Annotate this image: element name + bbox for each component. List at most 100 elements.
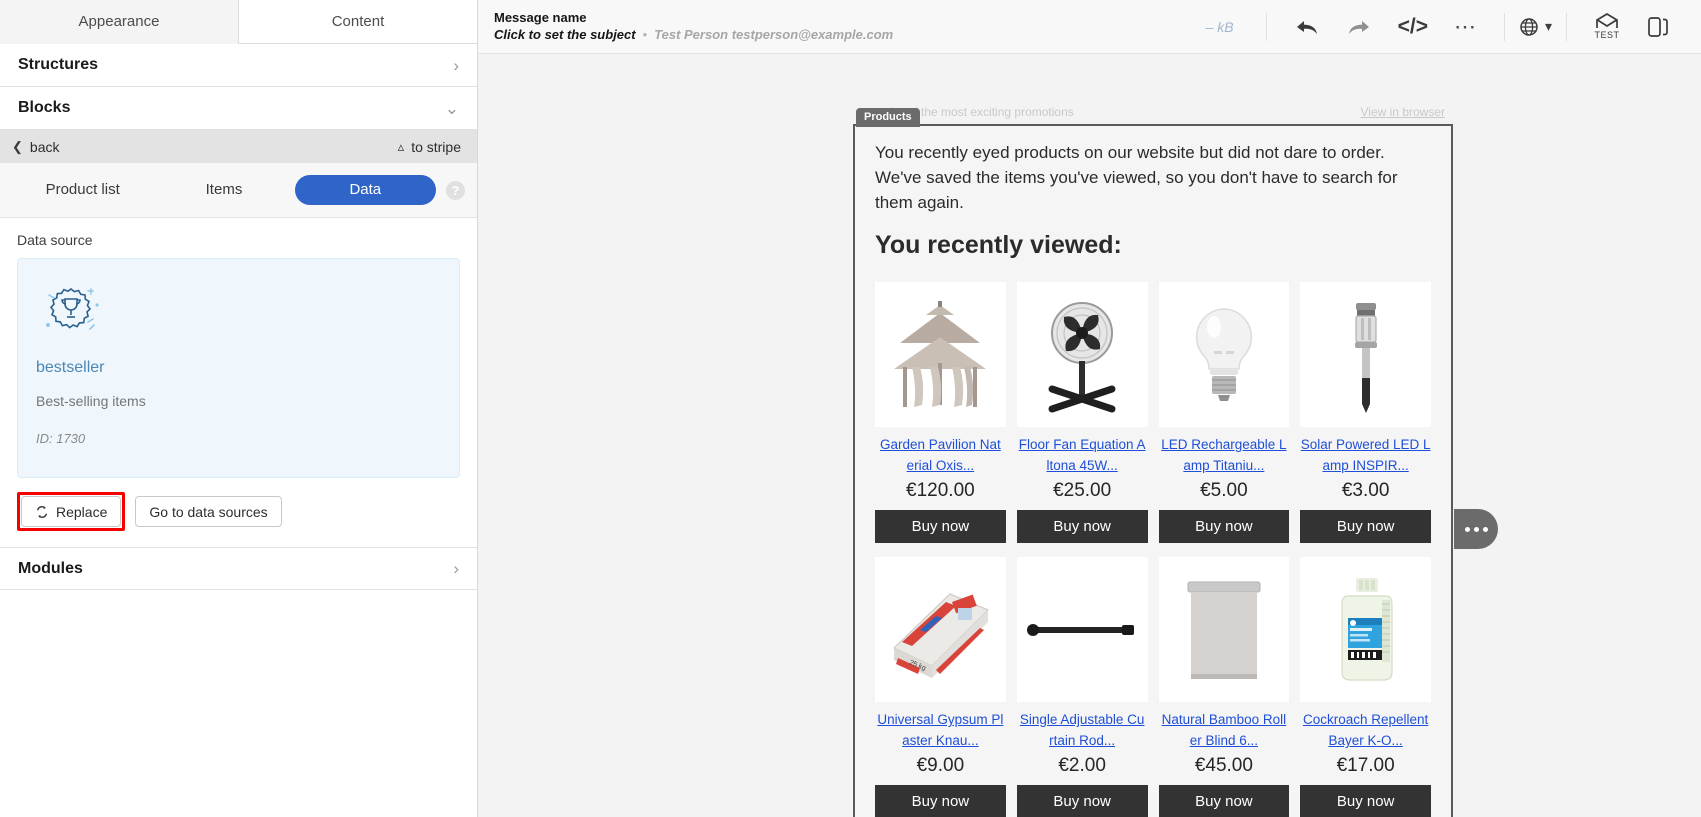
replace-button-label: Replace [56,503,108,520]
message-size: – kB [1205,18,1234,35]
repellent-bottle-icon [1300,557,1431,702]
product-price: €5.00 [1200,480,1248,501]
product-name[interactable]: Garden Pavilion Nat erial Oxis... [875,434,1006,476]
product-cell: LED Rechargeable L amp Titaniu... €5.00 … [1158,282,1290,543]
roller-blind-icon [1158,557,1290,702]
sidebar-section-blocks[interactable]: Blocks ⌄ [0,87,477,130]
redo-icon[interactable] [1346,16,1372,38]
grid-row-gap [875,543,1431,557]
curtain-rod-icon [1016,557,1148,702]
data-source-buttons: Replace Go to data sources [0,478,477,547]
buy-now-button[interactable]: Buy now [1300,510,1431,543]
subject-placeholder[interactable]: Click to set the subject [494,26,636,44]
message-info: Message name Click to set the subject • … [490,9,893,44]
buy-now-button[interactable]: Buy now [1016,510,1148,543]
email-body-block[interactable]: You recently eyed products on our websit… [853,124,1453,817]
top-toolbar: Message name Click to set the subject • … [478,0,1701,54]
chevron-left-icon: ❮ [12,138,23,154]
blocks-label: Blocks [18,99,71,116]
chevron-right-icon: › [453,55,459,75]
test-send-icon[interactable]: TEST [1594,13,1620,40]
product-name[interactable]: Universal Gypsum Pl aster Knau... [875,709,1006,751]
chevron-down-icon: ▾ [1544,18,1552,34]
product-price: €120.00 [906,480,975,501]
data-source-card[interactable]: bestseller Best-selling items ID: 1730 [17,258,460,478]
data-source-description: Best-selling items [36,393,146,409]
product-name[interactable]: Single Adjustable Cu rtain Rod... [1017,709,1148,751]
intro-text: You recently eyed products on our websit… [875,143,1398,212]
segment-data-label: Data [349,181,382,198]
block-options-handle[interactable] [1454,509,1498,549]
headline-text: You recently viewed: [875,231,1122,259]
tab-content[interactable]: Content [239,0,477,44]
product-name[interactable]: Solar Powered LED Lamp INSPIR... [1300,434,1431,476]
product-cell: Natural Bamboo Roll er Blind 6... €45.00… [1158,557,1290,817]
editor-main: Message name Click to set the subject • … [478,0,1701,817]
segment-items[interactable]: Items [153,175,294,205]
buy-now-button[interactable]: Buy now [1016,785,1148,817]
product-price: €3.00 [1341,480,1390,501]
product-price: €2.00 [1058,755,1106,776]
dot-2-icon [1473,526,1479,532]
help-icon[interactable]: ? [445,180,465,200]
message-subject-row: Click to set the subject • Test Person t… [494,26,893,44]
recipient-label: Test Person testperson@example.com [654,27,894,42]
toolbar-divider-2 [1503,12,1505,41]
segment-product-list-label: Product list [45,181,120,198]
solar-lamp-icon [1300,282,1431,427]
view-in-browser-link[interactable]: View in browser [1361,105,1445,119]
block-tag-products[interactable]: Products [856,108,920,127]
replace-button[interactable]: Replace [21,496,122,527]
product-name[interactable]: Natural Bamboo Roll er Blind 6... [1159,709,1290,751]
buy-now-button[interactable]: Buy now [875,510,1006,543]
product-cell: Solar Powered LED Lamp INSPIR... €3.00 B… [1300,282,1431,543]
email-canvas: der of the most exciting promotions View… [478,54,1701,817]
email-preheader-row: der of the most exciting promotions View… [853,100,1453,124]
product-price: €25.00 [1053,480,1112,501]
tab-appearance[interactable]: Appearance [0,0,239,44]
plaster-bag-icon: 25 kg [875,557,1006,702]
product-name[interactable]: Cockroach Repellent Bayer K-O... [1300,709,1431,751]
go-to-data-sources-button[interactable]: Go to data sources [135,496,282,527]
buy-now-button[interactable]: Buy now [1158,510,1290,543]
modules-label: Modules [18,559,83,577]
dot-3-icon [1482,526,1488,532]
product-cell: Floor Fan Equation A ltona 45W... €25.00… [1016,282,1148,543]
preview-device-icon[interactable] [1646,15,1670,39]
product-name[interactable]: LED Rechargeable L amp Titaniu... [1159,434,1290,476]
buy-now-button[interactable]: Buy now [875,785,1006,817]
sidebar-section-modules[interactable]: Modules › [0,547,477,590]
message-name[interactable]: Message name [494,9,893,26]
chevron-up-icon: ▵ [397,138,405,154]
to-stripe-button[interactable]: ▵ to stripe [398,139,461,155]
product-name[interactable]: Floor Fan Equation A ltona 45W... [1017,434,1148,476]
sidebar-section-structures[interactable]: Structures › [0,44,477,87]
trophy-badge-icon [36,279,106,345]
segment-product-list[interactable]: Product list [12,175,153,205]
led-bulb-icon [1158,282,1290,427]
data-source-id: ID: 1730 [36,431,86,446]
product-price: €45.00 [1194,755,1253,776]
segment-data[interactable]: Data [294,175,436,205]
go-to-data-sources-label: Go to data sources [149,503,268,520]
more-options-icon[interactable]: ⋯ [1454,14,1477,40]
chevron-right-icon: › [453,559,459,578]
buy-now-button[interactable]: Buy now [1158,785,1290,817]
code-icon[interactable]: </> [1398,15,1428,39]
test-send-label: TEST [1594,30,1620,40]
data-source-section-label: Data source [17,232,93,248]
globe-language-icon[interactable]: ▾ [1519,17,1552,37]
back-button[interactable]: ❮ back [12,139,59,155]
product-price: €9.00 [916,755,965,776]
editor-sidebar: Appearance Content Structures › Blocks ⌄… [0,0,478,817]
sidebar-tabs: Appearance Content [0,0,477,44]
back-label: back [29,138,60,155]
block-settings-segments: Product list Items Data ? [0,163,477,218]
block-breadcrumb-bar[interactable]: ❮ back ▵ to stripe [0,130,477,163]
structures-label: Structures [18,56,99,73]
undo-icon[interactable] [1294,16,1320,38]
separator-dot: • [642,27,648,42]
tab-appearance-label: Appearance [78,13,160,30]
email-preview: der of the most exciting promotions View… [853,100,1453,817]
buy-now-button[interactable]: Buy now [1300,785,1431,817]
